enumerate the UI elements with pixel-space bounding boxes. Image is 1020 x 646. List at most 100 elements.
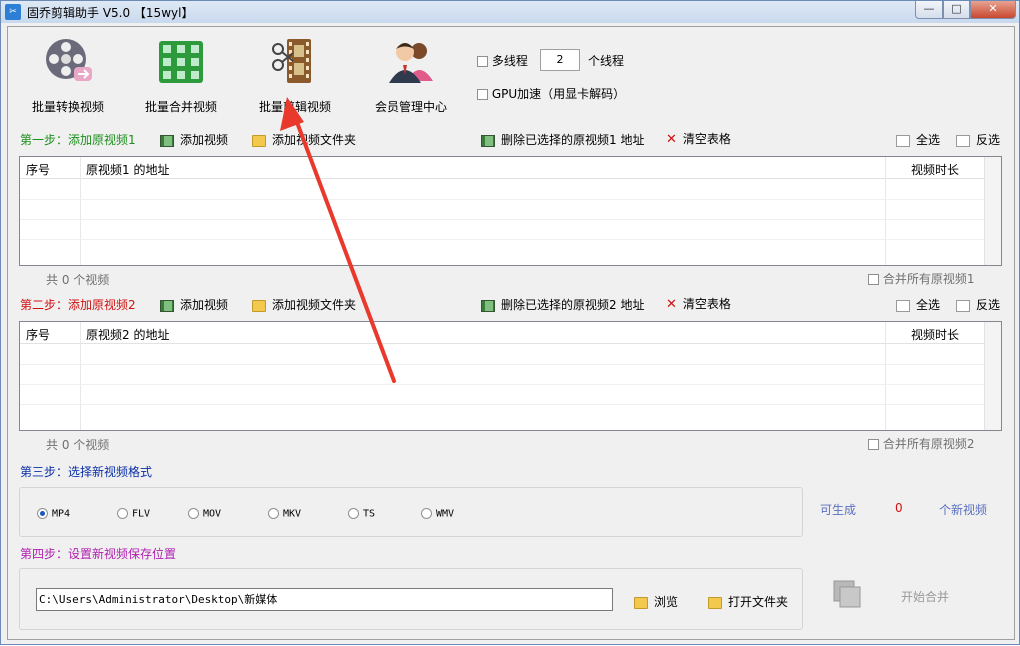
step2-title: 添加原视频2 [68,298,136,312]
film-icon [160,299,174,312]
step1-merge-all-option[interactable]: 合并所有原视频1 [868,270,974,287]
radio-icon [268,508,279,519]
step1-add-folder-button[interactable]: 添加视频文件夹 [252,131,356,148]
browse-label: 浏览 [654,595,679,609]
step1-add-video-button[interactable]: 添加视频 [160,131,228,148]
step1-select-all-label: 全选 [916,133,941,147]
format-label: MKV [283,508,302,520]
radio-icon [348,508,359,519]
row-divider [20,219,984,220]
step1-delete-selected-label: 删除已选择的原视频1 地址 [501,133,645,147]
format-radio-mkv[interactable]: MKV [268,508,301,520]
row-divider [20,384,984,385]
folder-search-icon [634,596,648,609]
multithread-checkbox[interactable] [477,56,488,67]
step2-add-folder-label: 添加视频文件夹 [272,298,357,312]
maximize-button[interactable]: □ [943,1,970,19]
minimize-button[interactable]: — [915,1,943,19]
batch-cut-button[interactable]: 批量剪辑视频 [245,35,345,115]
multithread-option[interactable]: 多线程 [477,52,528,69]
new-videos-label: 个新视频 [939,503,988,517]
merge-start-icon[interactable] [832,579,862,609]
film-icon [481,134,495,147]
close-button[interactable]: ✕ [970,1,1016,19]
step2-add-video-button[interactable]: 添加视频 [160,296,228,313]
grid-blocks-icon [159,41,203,83]
step1-clear-label: 清空表格 [682,132,731,146]
app-window: ✂ 固乔剪辑助手 V5.0 【15wyl】 — □ ✕ 批量转换视频 批量合并视… [0,0,1020,645]
step1-delete-selected-button[interactable]: 删除已选择的原视频1 地址 [481,131,644,148]
step1-add-video-label: 添加视频 [180,133,229,147]
format-radio-flv[interactable]: FLV [117,508,150,520]
step1-clear-button[interactable]: ✕ 清空表格 [666,130,731,147]
step1-invert-label: 反选 [976,133,1001,147]
step2-merge-all-option[interactable]: 合并所有原视频2 [868,435,974,452]
step2-video-table[interactable]: 序号 原视频2 的地址 视频时长 [19,321,1002,431]
step2-prefix: 第二步： [20,298,69,312]
step1-heading: 第一步：添加原视频1 [20,131,136,148]
gpu-checkbox[interactable] [477,89,488,100]
folder-icon [252,299,266,312]
table-scrollbar[interactable] [984,322,1001,430]
generate-count: 0 [895,501,903,515]
step2-delete-selected-button[interactable]: 删除已选择的原视频2 地址 [481,296,644,313]
open-folder-button[interactable]: 打开文件夹 [708,593,788,610]
step2-heading: 第二步：添加原视频2 [20,296,136,313]
browse-button[interactable]: 浏览 [634,593,678,610]
page-icon [896,134,910,147]
column-divider [885,322,886,430]
step2-clear-label: 清空表格 [682,297,731,311]
step2-count: 共 0 个视频 [46,438,110,452]
format-radio-ts[interactable]: TS [348,508,375,520]
users-icon [389,43,433,83]
folder-open-icon [708,596,722,609]
film-scissors-icon [272,39,311,83]
format-radio-mp4[interactable]: MP4 [37,508,70,520]
step1-count: 共 0 个视频 [46,273,110,287]
format-label: TS [363,508,376,520]
folder-icon [252,134,266,147]
col-index-header: 序号 [26,328,51,342]
batch-cut-label: 批量剪辑视频 [258,100,331,114]
save-path-input[interactable]: C:\Users\Administrator\Desktop\新媒体 [36,588,613,611]
start-merge-button[interactable]: 开始合并 [901,588,949,605]
step1-invert-button[interactable]: 反选 [956,131,1000,148]
batch-merge-button[interactable]: 批量合并视频 [131,35,231,115]
step2-add-folder-button[interactable]: 添加视频文件夹 [252,296,356,313]
radio-icon [188,508,199,519]
member-center-button[interactable]: 会员管理中心 [361,35,461,115]
page-icon [956,134,970,147]
radio-icon [421,508,432,519]
row-divider [20,404,984,405]
table-header: 序号 原视频2 的地址 视频时长 [20,322,1001,344]
step2-delete-selected-label: 删除已选择的原视频2 地址 [501,298,645,312]
column-divider [80,157,81,265]
gpu-option[interactable]: GPU加速（用显卡解码） [477,85,625,102]
format-label: MOV [203,508,222,520]
step4-heading: 第四步：设置新视频保存位置 [20,547,177,561]
step2-invert-label: 反选 [976,298,1001,312]
batch-convert-button[interactable]: 批量转换视频 [18,35,118,115]
delete-x-icon: ✕ [666,297,677,312]
row-divider [20,199,984,200]
step2-select-all-button[interactable]: 全选 [896,296,940,313]
step2-clear-button[interactable]: ✕ 清空表格 [666,295,731,312]
thread-count-input[interactable]: 2 [540,49,580,71]
step1-title: 添加原视频1 [68,133,136,147]
step1-video-table[interactable]: 序号 原视频1 的地址 视频时长 [19,156,1002,266]
format-radio-wmv[interactable]: WMV [421,508,454,520]
step2-merge-all-label: 合并所有原视频2 [882,437,975,451]
merge-all-checkbox[interactable] [868,274,879,285]
page-icon [896,299,910,312]
format-radio-mov[interactable]: MOV [188,508,221,520]
step2-add-video-label: 添加视频 [180,298,229,312]
radio-icon [117,508,128,519]
table-scrollbar[interactable] [984,157,1001,265]
delete-x-icon: ✕ [666,132,677,147]
merge-all-checkbox[interactable] [868,439,879,450]
gpu-label: GPU加速（用显卡解码） [491,87,626,101]
col-duration-header: 视频时长 [911,163,960,177]
step1-select-all-button[interactable]: 全选 [896,131,940,148]
film-icon [160,134,174,147]
step2-invert-button[interactable]: 反选 [956,296,1000,313]
